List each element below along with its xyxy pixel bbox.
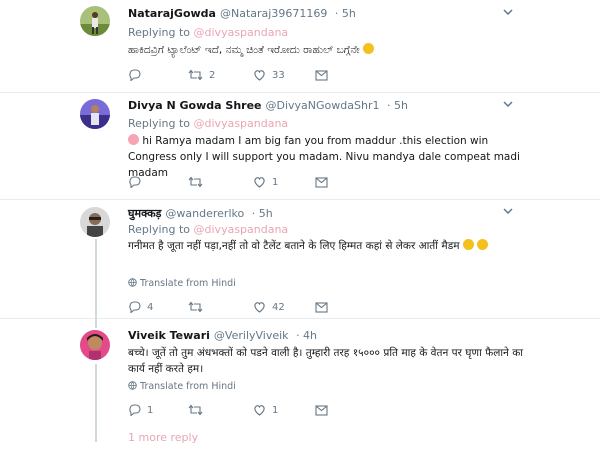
message-button[interactable] (315, 403, 328, 417)
avatar[interactable] (80, 207, 110, 237)
tweet-text: hi Ramya madam I am big fan you from mad… (128, 134, 520, 179)
timestamp[interactable]: · 5h (252, 207, 273, 220)
reply-button[interactable]: 4 (128, 300, 153, 314)
thread-connector (95, 239, 97, 318)
tweet-actions: 4 42 (128, 300, 348, 314)
message-button[interactable] (315, 300, 328, 314)
author-line: NatarajGowda @Nataraj39671169 · 5h (128, 7, 356, 20)
tweet-text: बच्चे। जूतें तो तुम अंधभक्तों को पडने वा… (128, 347, 524, 375)
reply-icon (129, 176, 141, 188)
tweet[interactable]: घुमक्कड़ @wandererlko · 5h Replying to @d… (0, 199, 600, 319)
tweet-actions: 1 1 (128, 403, 348, 417)
message-button[interactable] (315, 68, 328, 82)
laughing-emoji-icon (477, 239, 489, 250)
tweet-thread: NatarajGowda @Nataraj39671169 · 5h Replyi… (0, 0, 600, 450)
tweet-actions: 2 33 (128, 68, 348, 82)
thread-connector (95, 318, 97, 328)
avatar[interactable] (80, 6, 110, 36)
retweet-button[interactable] (188, 175, 209, 189)
smile-emoji-icon (363, 43, 375, 54)
message-button[interactable] (315, 175, 328, 189)
author-name[interactable]: Viveik Tewari (128, 329, 210, 342)
timestamp[interactable]: · 5h (387, 99, 408, 112)
translate-link[interactable]: Translate from Hindi (128, 278, 236, 289)
reply-icon (129, 301, 141, 313)
tweet[interactable]: Divya N Gowda Shree @DivyaNGowdaShr1 · 5h… (0, 92, 600, 200)
reply-icon (129, 69, 141, 81)
like-button[interactable]: 1 (253, 403, 278, 417)
like-button[interactable]: 1 (253, 175, 278, 189)
more-replies-link[interactable]: 1 more reply (128, 431, 198, 444)
author-name[interactable]: NatarajGowda (128, 7, 216, 20)
tweet-actions: 1 (128, 175, 348, 189)
reply-button[interactable]: 1 (128, 403, 153, 417)
message-icon (315, 301, 328, 313)
retweet-icon (188, 69, 203, 81)
tweet[interactable]: NatarajGowda @Nataraj39671169 · 5h Replyi… (0, 0, 600, 93)
thread-connector (95, 364, 97, 442)
tweet-text: गनीमत है जूता नहीं पड़ा,नहीं तो वो टैलें… (128, 238, 528, 254)
globe-icon (128, 278, 137, 287)
tweet-text: ಹಾಕಿದವ್ರಿಗೆ ಟ್ಯಾಲೆಂಟ್ ಇದೆ, ನಮ್ಮ ಚಿಂತೆ ಇರ… (128, 42, 528, 58)
author-name[interactable]: घुमक्कड़ (128, 207, 161, 220)
author-handle[interactable]: @Nataraj39671169 (220, 7, 327, 20)
chevron-down-icon[interactable] (503, 206, 513, 217)
avatar[interactable] (80, 99, 110, 129)
retweet-button[interactable] (188, 300, 209, 314)
message-icon (315, 404, 328, 416)
retweet-icon (188, 404, 203, 416)
author-name[interactable]: Divya N Gowda Shree (128, 99, 262, 112)
mention-link[interactable]: @divyaspandana (194, 117, 289, 130)
reply-icon (129, 404, 141, 416)
heart-icon (254, 177, 265, 188)
heart-icon (254, 70, 265, 81)
globe-icon (128, 381, 137, 390)
translate-link[interactable]: Translate from Hindi (128, 381, 236, 392)
reply-button[interactable] (128, 175, 147, 189)
mention-link[interactable]: @divyaspandana (194, 223, 289, 236)
author-line: Divya N Gowda Shree @DivyaNGowdaShr1 · 5h (128, 99, 408, 112)
author-line: Viveik Tewari @VerilyViveik · 4h (128, 329, 317, 342)
avatar[interactable] (80, 330, 110, 360)
author-handle[interactable]: @VerilyViveik (214, 329, 289, 342)
like-button[interactable]: 42 (253, 300, 285, 314)
chevron-down-icon[interactable] (503, 7, 513, 18)
retweet-icon (188, 301, 203, 313)
mention-link[interactable]: @divyaspandana (194, 26, 289, 39)
author-line: घुमक्कड़ @wandererlko · 5h (128, 206, 273, 221)
heart-icon (254, 302, 265, 313)
heart-icon (254, 405, 265, 416)
timestamp[interactable]: · 4h (296, 329, 317, 342)
replying-to: Replying to @divyaspandana (128, 223, 289, 236)
retweet-button[interactable]: 2 (188, 68, 215, 82)
tweet[interactable]: Viveik Tewari @VerilyViveik · 4h बच्चे। ज… (0, 318, 600, 450)
author-handle[interactable]: @wandererlko (165, 207, 244, 220)
message-icon (315, 69, 328, 81)
chevron-down-icon[interactable] (503, 99, 513, 110)
timestamp[interactable]: · 5h (335, 7, 356, 20)
author-handle[interactable]: @DivyaNGowdaShr1 (266, 99, 380, 112)
retweet-icon (188, 176, 203, 188)
reply-button[interactable] (128, 68, 147, 82)
laughing-emoji-icon (462, 239, 474, 250)
retweet-button[interactable] (188, 403, 209, 417)
replying-to: Replying to @divyaspandana (128, 117, 289, 130)
like-button[interactable]: 33 (253, 68, 285, 82)
message-icon (315, 176, 328, 188)
replying-to: Replying to @divyaspandana (128, 26, 289, 39)
woman-emoji-icon (128, 134, 139, 145)
